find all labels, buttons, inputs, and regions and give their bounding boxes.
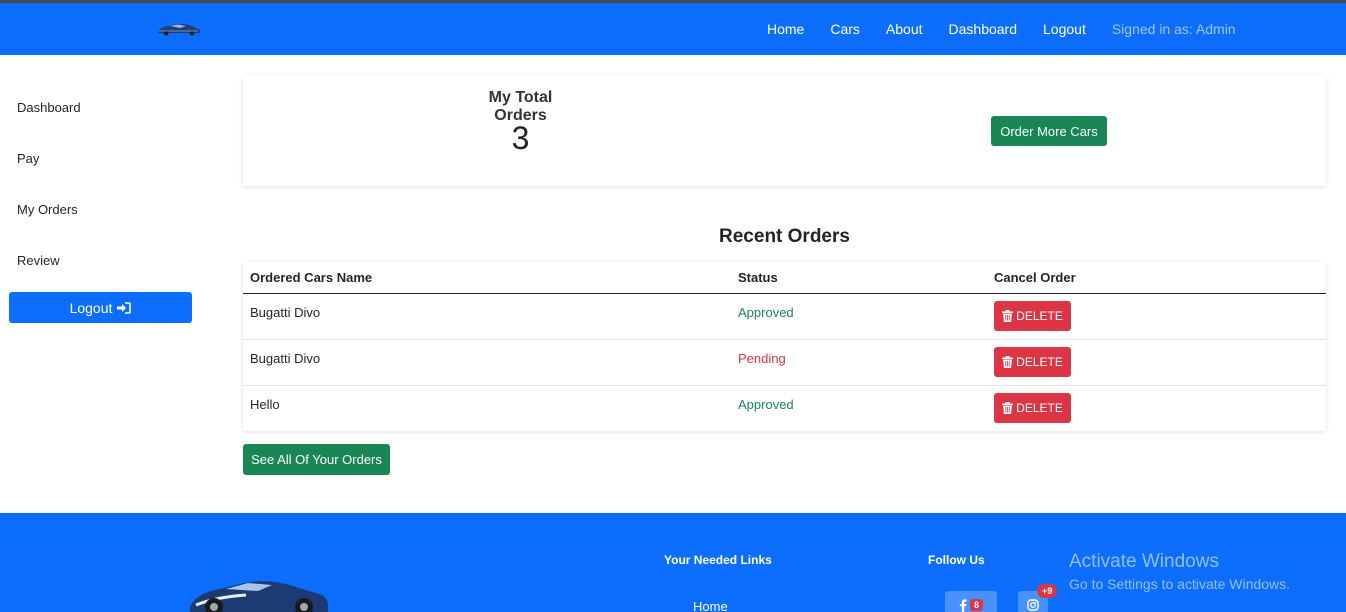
order-status: Pending — [738, 351, 786, 366]
sidebar-logout-button[interactable]: Logout — [9, 292, 192, 323]
order-status: Approved — [738, 397, 794, 412]
delete-label: DELETE — [1016, 355, 1063, 369]
trash-icon — [1002, 356, 1014, 368]
activate-windows-title: Activate Windows — [1069, 551, 1219, 572]
nav-link-logout[interactable]: Logout — [1043, 21, 1086, 37]
column-header-status: Status — [738, 270, 778, 285]
footer-link-home[interactable]: Home — [693, 599, 728, 612]
table-header: Ordered Cars Name Status Cancel Order — [243, 262, 1326, 294]
order-car-name: Bugatti Divo — [250, 351, 321, 366]
footer-follow-heading: Follow Us — [928, 553, 985, 567]
delete-order-button[interactable]: DELETE — [994, 347, 1071, 377]
delete-order-button[interactable]: DELETE — [994, 393, 1071, 423]
activate-windows-subtitle: Go to Settings to activate Windows. — [1069, 576, 1290, 592]
sign-in-icon — [117, 301, 132, 314]
sidebar-item-dashboard[interactable]: Dashboard — [17, 100, 81, 115]
footer-car-image — [186, 575, 332, 612]
order-car-name: Bugatti Divo — [250, 305, 321, 320]
instagram-icon — [1027, 599, 1039, 611]
facebook-icon — [959, 598, 967, 612]
order-more-cars-button[interactable]: Order More Cars — [991, 116, 1107, 146]
footer-links-heading: Your Needed Links — [664, 553, 772, 567]
table-row: Bugatti Divo Approved DELETE — [243, 294, 1326, 340]
navbar: Home Cars About Dashboard Logout Signed … — [0, 3, 1346, 55]
nav-link-home[interactable]: Home — [767, 21, 804, 37]
page: Home Cars About Dashboard Logout Signed … — [0, 0, 1346, 612]
order-status: Approved — [738, 305, 794, 320]
sidebar-logout-label: Logout — [69, 299, 113, 316]
column-header-cancel: Cancel Order — [994, 270, 1076, 285]
facebook-badge: 8 — [969, 599, 983, 611]
facebook-button[interactable]: 8 — [945, 591, 997, 612]
nav-link-about[interactable]: About — [886, 21, 923, 37]
recent-orders-title: Recent Orders — [719, 226, 850, 247]
table-row: Bugatti Divo Pending DELETE — [243, 340, 1326, 386]
sidebar-item-review[interactable]: Review — [17, 253, 60, 268]
footer: Your Needed Links Follow Us Home 8 +9 Ac… — [0, 513, 1346, 612]
sidebar-item-my-orders[interactable]: My Orders — [17, 202, 78, 217]
activate-windows-watermark: Activate Windows Go to Settings to activ… — [1069, 551, 1290, 592]
trash-icon — [1002, 310, 1014, 322]
total-orders-count: 3 — [511, 120, 530, 156]
car-logo-icon[interactable] — [156, 22, 202, 41]
column-header-name: Ordered Cars Name — [250, 270, 373, 285]
trash-icon — [1002, 402, 1014, 414]
delete-label: DELETE — [1016, 401, 1063, 415]
nav-link-dashboard[interactable]: Dashboard — [949, 21, 1018, 37]
nav-links: Home Cars About Dashboard Logout Signed … — [767, 3, 1236, 55]
order-car-name: Hello — [250, 397, 280, 412]
delete-order-button[interactable]: DELETE — [994, 301, 1071, 331]
signed-in-text: Signed in as: Admin — [1111, 21, 1236, 37]
orders-table: Ordered Cars Name Status Cancel Order Bu… — [243, 262, 1326, 431]
instagram-badge: +9 — [1037, 584, 1058, 598]
table-row: Hello Approved DELETE — [243, 386, 1326, 431]
nav-link-cars[interactable]: Cars — [830, 21, 860, 37]
see-all-orders-button[interactable]: See All Of Your Orders — [243, 444, 390, 475]
total-orders-card: My Total Orders 3 Order More Cars — [243, 75, 1326, 186]
delete-label: DELETE — [1016, 309, 1063, 323]
sidebar-item-pay[interactable]: Pay — [17, 151, 39, 166]
